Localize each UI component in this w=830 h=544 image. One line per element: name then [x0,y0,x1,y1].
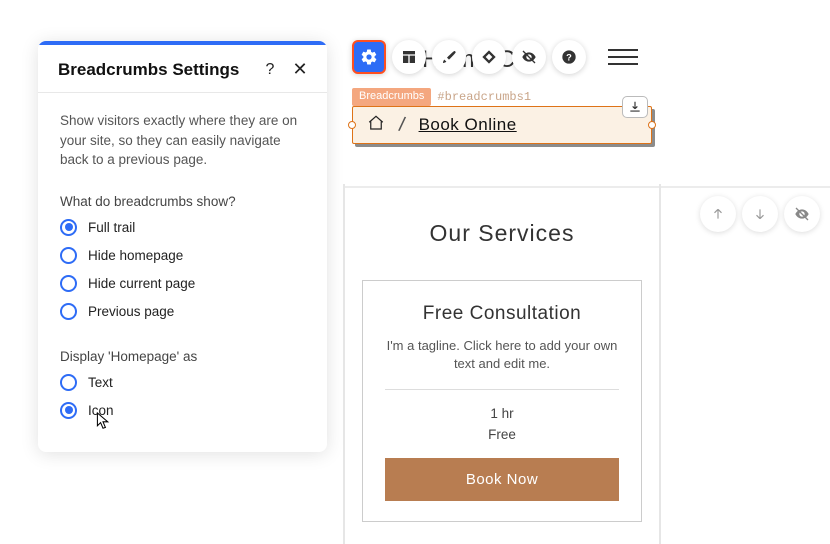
element-tags: Breadcrumbs #breadcrumbs1 [352,88,535,106]
burger-line [608,56,638,58]
home-icon [367,114,385,137]
right-controls [700,196,820,232]
radio-icon [60,374,77,391]
service-duration: 1 hr [385,406,619,421]
display-section-label: Display 'Homepage' as [60,349,305,364]
service-card[interactable]: Free Consultation I'm a tagline. Click h… [362,280,642,522]
resize-handle-left[interactable] [348,121,356,129]
menu-button[interactable] [608,42,638,72]
download-icon [628,100,642,114]
download-badge[interactable] [622,96,648,118]
move-up-button[interactable] [700,196,736,232]
eye-slash-icon [794,206,810,222]
radio-previous-page[interactable]: Previous page [60,303,305,320]
element-type-tag: Breadcrumbs [352,88,431,106]
card-divider [385,389,619,390]
toolbar-animation-button[interactable] [472,40,506,74]
toolbar-help-button[interactable]: ? [552,40,586,74]
burger-line [608,63,638,65]
guide-right [659,184,661,544]
help-button[interactable]: ? [261,61,279,79]
radio-icon [60,219,77,236]
breadcrumb-element[interactable]: / Book Online [352,106,652,144]
guide-left [343,184,345,544]
brush-icon [441,49,457,65]
element-toolbar: ? [352,40,638,74]
toolbar-design-button[interactable] [432,40,466,74]
radio-label: Icon [88,403,114,418]
panel-description: Show visitors exactly where they are on … [60,111,305,170]
book-now-button[interactable]: Book Now [385,458,619,501]
breadcrumbs-settings-panel: Breadcrumbs Settings ? ✕ Show visitors e… [38,41,327,452]
radio-icon [60,247,77,264]
radio-hide-homepage[interactable]: Hide homepage [60,247,305,264]
panel-header: Breadcrumbs Settings ? ✕ [38,45,327,93]
radio-hide-current[interactable]: Hide current page [60,275,305,292]
gear-icon [360,48,378,66]
element-id-tag: #breadcrumbs1 [433,88,535,106]
radio-display-text[interactable]: Text [60,374,305,391]
visibility-button[interactable] [784,196,820,232]
radio-icon [60,303,77,320]
radio-label: Text [88,375,113,390]
toolbar-layout-button[interactable] [392,40,426,74]
question-icon: ? [561,49,577,65]
radio-icon [60,275,77,292]
breadcrumb-separator: / [397,113,406,137]
burger-line [608,49,638,51]
canvas-preview: Home Cl ? Breadcrumbs #breadcrumbs1 [352,10,652,542]
radio-display-icon[interactable]: Icon [60,402,305,419]
toolbar-hide-button[interactable] [512,40,546,74]
resize-handle-right[interactable] [648,121,656,129]
radio-full-trail[interactable]: Full trail [60,219,305,236]
radio-icon [60,402,77,419]
arrow-down-icon [753,207,767,221]
radio-label: Full trail [88,220,135,235]
eye-slash-icon [521,49,537,65]
show-section-label: What do breadcrumbs show? [60,194,305,209]
service-price: Free [385,427,619,442]
diamond-icon [481,49,497,65]
breadcrumb-link[interactable]: Book Online [419,115,517,135]
toolbar-settings-button[interactable] [352,40,386,74]
panel-title: Breadcrumbs Settings [58,60,261,80]
section-heading: Our Services [352,220,652,247]
layout-icon [401,49,417,65]
radio-label: Previous page [88,304,174,319]
arrow-up-icon [711,207,725,221]
radio-label: Hide homepage [88,248,183,263]
svg-text:?: ? [566,52,572,62]
radio-label: Hide current page [88,276,195,291]
service-title: Free Consultation [385,303,619,325]
service-tagline: I'm a tagline. Click here to add your ow… [385,337,619,373]
close-button[interactable]: ✕ [291,59,309,80]
move-down-button[interactable] [742,196,778,232]
